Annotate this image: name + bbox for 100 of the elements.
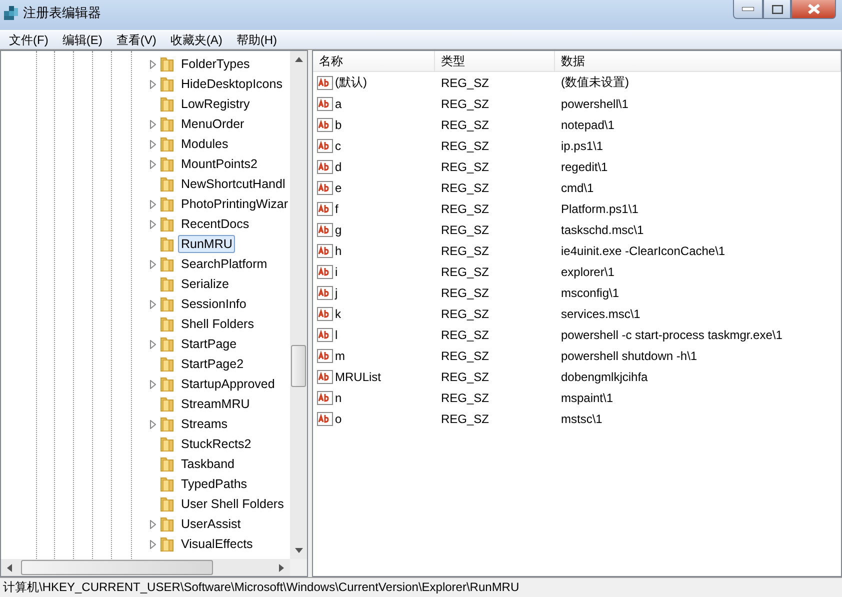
scroll-down-icon[interactable] xyxy=(294,548,302,553)
window-title: 注册表编辑器 xyxy=(23,4,101,22)
folder-icon xyxy=(159,156,175,172)
tree-item[interactable]: VisualEffects xyxy=(178,535,256,553)
value-type: REG_SZ xyxy=(441,96,490,110)
folder-icon xyxy=(159,216,175,232)
expand-arrow-icon[interactable] xyxy=(150,140,156,148)
value-type: REG_SZ xyxy=(441,160,490,174)
value-data: ie4uinit.exe -ClearIconCache\1 xyxy=(561,244,726,258)
scroll-thumb[interactable] xyxy=(21,560,213,575)
expand-arrow-icon[interactable] xyxy=(150,260,156,268)
tree-item[interactable]: RunMRU xyxy=(178,235,236,253)
tree-item[interactable]: LowRegistry xyxy=(178,95,253,113)
close-button[interactable] xyxy=(791,0,836,19)
value-name: i xyxy=(335,264,338,278)
close-icon xyxy=(808,4,820,14)
tree-item[interactable]: SearchPlatform xyxy=(178,255,270,273)
expand-arrow-icon[interactable] xyxy=(150,420,156,428)
tree-item[interactable]: MenuOrder xyxy=(178,115,248,133)
folder-icon xyxy=(159,376,175,392)
horizontal-scrollbar[interactable] xyxy=(1,559,290,576)
expand-arrow-icon[interactable] xyxy=(150,160,156,168)
folder-icon xyxy=(159,196,175,212)
tree-item[interactable]: StreamMRU xyxy=(178,395,253,413)
menu-item[interactable]: 编辑(E) xyxy=(55,31,110,49)
expand-arrow-icon[interactable] xyxy=(150,540,156,548)
tree-item[interactable]: User Shell Folders xyxy=(178,495,287,513)
value-name: o xyxy=(335,412,342,426)
folder-icon xyxy=(159,316,175,332)
tree-item[interactable]: FolderTypes xyxy=(178,55,253,73)
expand-arrow-icon[interactable] xyxy=(150,120,156,128)
value-type: REG_SZ xyxy=(441,244,490,258)
scroll-thumb[interactable] xyxy=(291,345,306,387)
tree-item[interactable]: Streams xyxy=(178,415,231,433)
tree-item[interactable]: MountPoints2 xyxy=(178,155,260,173)
tree-item[interactable]: Modules xyxy=(178,135,232,153)
value-type: REG_SZ xyxy=(441,264,490,278)
tree-item[interactable]: Taskband xyxy=(178,455,238,473)
expand-arrow-icon[interactable] xyxy=(150,80,156,88)
value-type: REG_SZ xyxy=(441,180,490,194)
scroll-right-icon[interactable] xyxy=(279,564,284,572)
string-value-icon xyxy=(317,116,333,132)
string-value-icon xyxy=(317,306,333,322)
tree-item[interactable]: NewShortcutHandl xyxy=(178,175,288,193)
value-name: MRUList xyxy=(335,370,382,384)
tree-item[interactable]: Serialize xyxy=(178,275,232,293)
tree-item[interactable]: RecentDocs xyxy=(178,215,252,233)
value-data: dobengmlkjcihfa xyxy=(561,370,648,384)
tree-item[interactable]: UserAssist xyxy=(178,515,244,533)
folder-icon xyxy=(159,56,175,72)
expand-arrow-icon[interactable] xyxy=(150,60,156,68)
value-type: REG_SZ xyxy=(441,286,490,300)
column-header[interactable]: 名称 xyxy=(313,51,435,72)
tree-item[interactable]: TypedPaths xyxy=(178,475,250,493)
vertical-scrollbar[interactable] xyxy=(290,51,307,559)
tree-item[interactable]: Shell Folders xyxy=(178,315,257,333)
tree-item[interactable]: StartPage xyxy=(178,335,240,353)
maximize-button[interactable] xyxy=(763,0,791,19)
menu-item[interactable]: 收藏夹(A) xyxy=(163,31,230,49)
value-type: REG_SZ xyxy=(441,328,490,342)
folder-icon xyxy=(159,136,175,152)
folder-icon xyxy=(159,436,175,452)
folder-icon xyxy=(159,396,175,412)
value-name: j xyxy=(335,286,338,300)
value-data: cmd\1 xyxy=(561,180,594,194)
menu-item[interactable]: 文件(F) xyxy=(2,31,56,49)
minimize-button[interactable] xyxy=(733,0,763,19)
value-type: REG_SZ xyxy=(441,306,490,320)
tree-item[interactable]: HideDesktopIcons xyxy=(178,75,286,93)
expand-arrow-icon[interactable] xyxy=(150,300,156,308)
scroll-left-icon[interactable] xyxy=(7,564,12,572)
string-value-icon xyxy=(317,264,333,280)
folder-icon xyxy=(159,96,175,112)
tree-item[interactable]: PhotoPrintingWizar xyxy=(178,195,290,213)
expand-arrow-icon[interactable] xyxy=(150,340,156,348)
value-type: REG_SZ xyxy=(441,222,490,236)
expand-arrow-icon[interactable] xyxy=(150,200,156,208)
column-header[interactable]: 类型 xyxy=(435,51,555,72)
column-header[interactable]: 数据 xyxy=(555,51,841,72)
value-name: l xyxy=(335,328,338,342)
value-type: REG_SZ xyxy=(441,370,490,384)
value-data: services.msc\1 xyxy=(561,306,640,320)
expand-arrow-icon[interactable] xyxy=(150,380,156,388)
string-value-icon xyxy=(317,158,333,174)
value-name: k xyxy=(335,306,341,320)
tree-item[interactable]: StuckRects2 xyxy=(178,435,254,453)
expand-arrow-icon[interactable] xyxy=(150,220,156,228)
value-name: c xyxy=(335,138,341,152)
scroll-up-icon[interactable] xyxy=(294,57,302,62)
menu-item[interactable]: 帮助(H) xyxy=(229,31,284,49)
menu-item[interactable]: 查看(V) xyxy=(109,31,164,49)
folder-icon xyxy=(159,536,175,552)
folder-icon xyxy=(159,116,175,132)
tree-item[interactable]: StartupApproved xyxy=(178,375,278,393)
tree-item[interactable]: SessionInfo xyxy=(178,295,250,313)
expand-arrow-icon[interactable] xyxy=(150,520,156,528)
string-value-icon xyxy=(317,348,333,364)
value-data: mstsc\1 xyxy=(561,412,602,426)
status-bar: 计算机\HKEY_CURRENT_USER\Software\Microsoft\Windows\CurrentVersion\Explorer\RunMRU xyxy=(0,577,842,597)
tree-item[interactable]: StartPage2 xyxy=(178,355,247,373)
